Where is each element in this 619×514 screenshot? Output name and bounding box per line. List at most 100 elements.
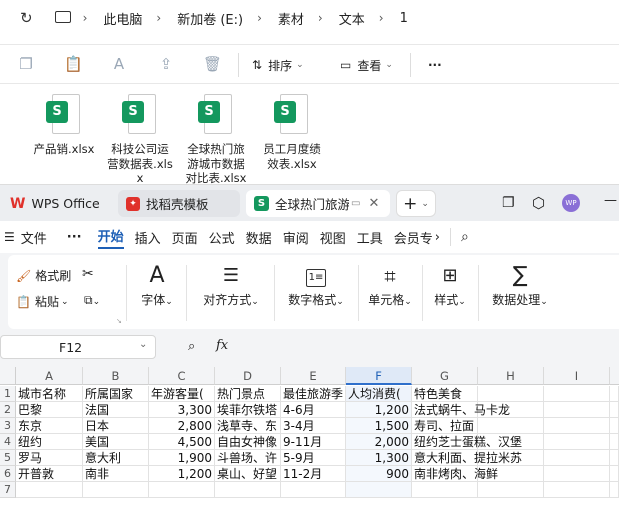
table-cell[interactable]: 4-6月 [281, 402, 346, 418]
table-cell[interactable] [610, 450, 619, 466]
row-header[interactable]: 2 [0, 402, 16, 418]
tabs-overview-icon[interactable]: ❐ [502, 195, 515, 211]
column-header[interactable] [610, 367, 619, 385]
table-cell[interactable]: 埃菲尔铁塔 [215, 402, 281, 418]
breadcrumb-item[interactable]: 新加卷 (E:) [177, 9, 243, 28]
table-cell[interactable] [544, 482, 610, 498]
column-header[interactable]: D [215, 367, 281, 385]
table-cell[interactable]: 1,900 [149, 450, 215, 466]
table-cell[interactable]: 所属国家 [83, 386, 149, 402]
spreadsheet-grid[interactable]: A B C D E F G H I 1 城市名称 所属国家 年游客量(热门景点 最佳旅游… [0, 367, 619, 514]
row-header[interactable]: 1 [0, 386, 16, 402]
table-cell[interactable] [544, 434, 610, 450]
table-cell[interactable]: 纽约 [16, 434, 83, 450]
table-cell[interactable] [544, 450, 610, 466]
column-header[interactable]: C [149, 367, 215, 385]
menu-tools[interactable]: 工具 [357, 228, 383, 247]
table-cell[interactable]: 东京 [16, 418, 83, 434]
table-cell[interactable]: 900 [346, 466, 412, 482]
table-cell[interactable]: 法国 [83, 402, 149, 418]
font-group-button[interactable]: A 字体⌄ [132, 261, 182, 308]
column-header-selected[interactable]: F [346, 367, 412, 385]
name-box[interactable]: F12 ⌄ [0, 335, 156, 359]
table-cell[interactable] [346, 482, 412, 498]
row-header[interactable]: 3 [0, 418, 16, 434]
table-cell[interactable]: 年游客量( [149, 386, 215, 402]
menu-formula[interactable]: 公式 [209, 228, 235, 247]
alignment-group-button[interactable]: ☰ 对齐方式⌄ [192, 261, 270, 308]
data-processing-group-button[interactable]: ∑ 数据处理⌄ [484, 261, 556, 308]
table-cell[interactable]: 4,500 [149, 434, 215, 450]
table-cell[interactable] [610, 418, 619, 434]
table-cell[interactable]: 特色美食 [412, 386, 478, 402]
formula-input[interactable] [244, 335, 619, 359]
table-cell[interactable] [149, 482, 215, 498]
table-cell[interactable]: 1,500 [346, 418, 412, 434]
table-cell[interactable]: 11-2月 [281, 466, 346, 482]
table-cell[interactable] [544, 402, 610, 418]
table-cell[interactable]: 1,200 [149, 466, 215, 482]
column-header[interactable]: I [544, 367, 610, 385]
more-options-button[interactable]: ··· [428, 53, 442, 77]
computer-icon[interactable] [54, 11, 71, 23]
style-group-button[interactable]: ⊞ 样式⌄ [426, 261, 474, 308]
menu-data[interactable]: 数据 [246, 228, 272, 247]
table-cell[interactable]: 5-9月 [281, 450, 346, 466]
table-cell[interactable]: 南非 [83, 466, 149, 482]
format-painter-button[interactable]: 🖌 格式刷 [16, 267, 71, 284]
menu-review[interactable]: 审阅 [283, 228, 309, 247]
table-cell[interactable] [281, 482, 346, 498]
table-cell[interactable] [215, 482, 281, 498]
row-header[interactable]: 6 [0, 466, 16, 482]
window-icon[interactable]: ▭ [351, 198, 360, 209]
menu-file[interactable]: 文件 [21, 228, 47, 247]
table-cell[interactable] [610, 466, 619, 482]
select-all-corner[interactable] [0, 367, 16, 385]
table-cell[interactable]: 9-11月 [281, 434, 346, 450]
column-header[interactable]: G [412, 367, 478, 385]
breadcrumb-item[interactable]: 1 [400, 11, 408, 26]
file-item[interactable]: S 产品销.xlsx [24, 94, 104, 157]
table-cell[interactable]: 最佳旅游季 [281, 386, 346, 402]
table-cell[interactable]: 寿司、拉面 [412, 418, 478, 434]
table-cell[interactable] [544, 466, 610, 482]
table-cell[interactable]: 浅草寺、东 [215, 418, 281, 434]
table-cell[interactable]: 日本 [83, 418, 149, 434]
table-cell[interactable]: 纽约芝士蛋糕、汉堡 [412, 434, 522, 450]
tab-spreadsheet[interactable]: S 全球热门旅游 ▭ ✕ [246, 190, 390, 217]
hamburger-icon[interactable]: ☰ [4, 230, 15, 244]
table-cell[interactable] [610, 386, 619, 402]
zoom-icon[interactable]: ⌕ [188, 339, 195, 354]
column-header[interactable]: A [16, 367, 83, 385]
menu-more[interactable]: ··· [67, 230, 82, 245]
cell-group-button[interactable]: ⌗ 单元格⌄ [360, 261, 420, 308]
refresh-icon[interactable]: ↻ [20, 9, 33, 27]
view-button[interactable]: ▭ 查看 ⌄ [340, 53, 393, 77]
column-header[interactable]: H [478, 367, 544, 385]
avatar[interactable]: WP [562, 194, 580, 212]
table-cell[interactable]: 开普敦 [16, 466, 83, 482]
table-cell[interactable]: 巴黎 [16, 402, 83, 418]
delete-icon[interactable]: 🗑 [203, 55, 222, 73]
table-cell[interactable]: 城市名称 [16, 386, 83, 402]
file-item[interactable]: S 科技公司运营数据表.xlsx [100, 94, 180, 186]
menu-insert[interactable]: 插入 [135, 228, 161, 247]
file-item[interactable]: S 全球热门旅游城市数据对比表.xlsx [176, 94, 256, 186]
rename-icon[interactable]: A [110, 55, 128, 73]
table-cell[interactable]: 3,300 [149, 402, 215, 418]
menu-home[interactable]: 开始 [97, 226, 124, 249]
table-cell[interactable]: 人均消费( [346, 386, 412, 402]
table-cell[interactable]: 自由女神像 [215, 434, 281, 450]
table-cell[interactable]: 1,300 [346, 450, 412, 466]
breadcrumb-item[interactable]: 素材 [278, 9, 304, 28]
share-icon[interactable]: ⇪ [157, 55, 175, 73]
table-cell[interactable]: 斗兽场、许 [215, 450, 281, 466]
chevron-right-icon[interactable]: › [435, 230, 440, 245]
table-cell[interactable]: 南非烤肉、海鲜 [412, 466, 498, 482]
tab-wps-office[interactable]: W WPS Office [2, 190, 108, 217]
copy-icon[interactable]: ❐ [17, 55, 35, 73]
minimize-icon[interactable]: — [604, 193, 617, 208]
table-cell[interactable]: 1,200 [346, 402, 412, 418]
table-cell[interactable] [478, 386, 544, 402]
column-header[interactable]: E [281, 367, 346, 385]
